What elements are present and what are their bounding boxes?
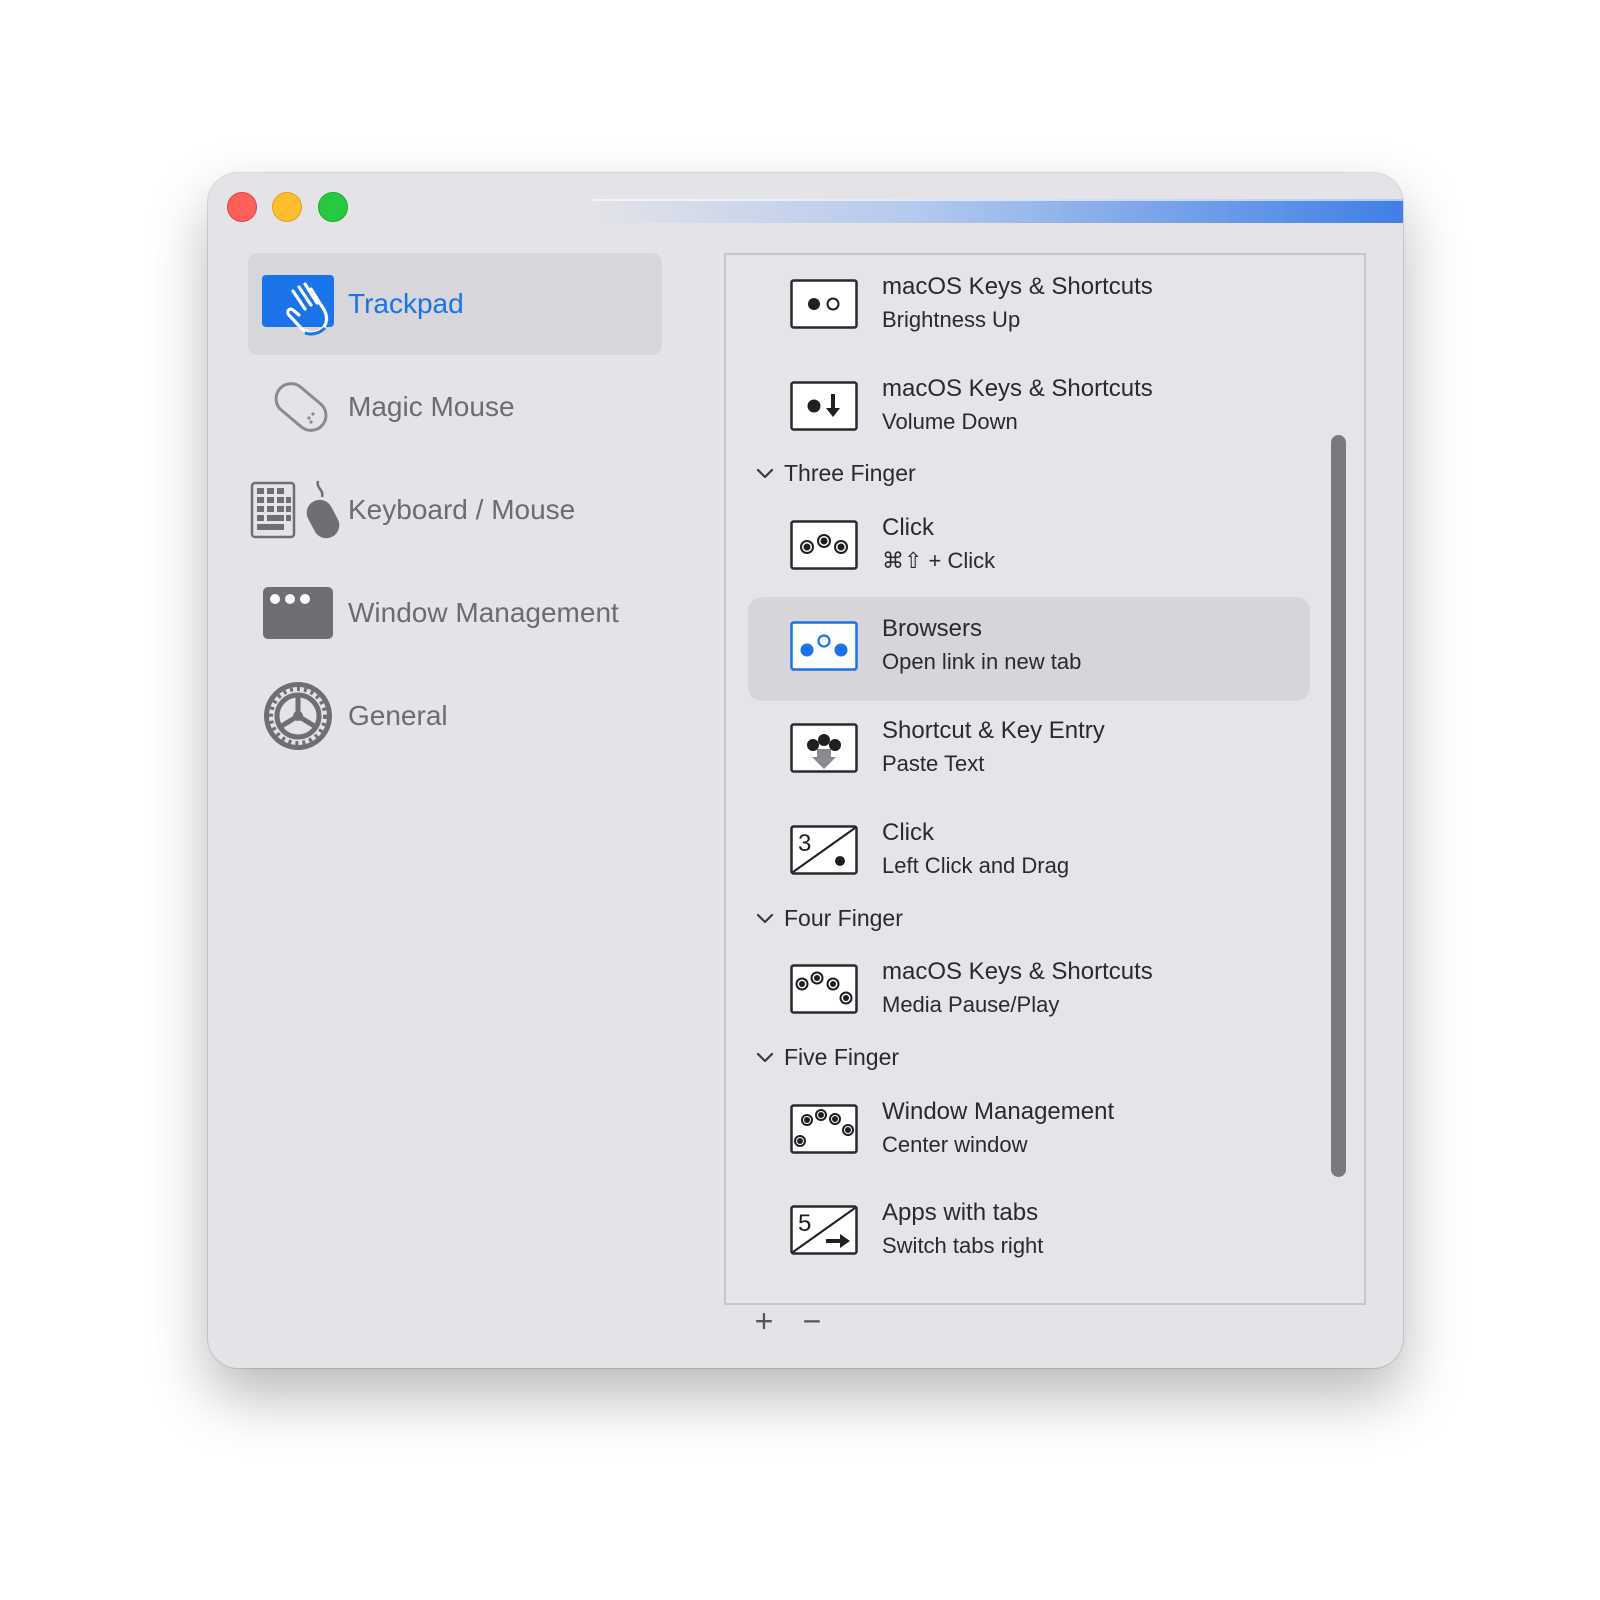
sidebar-item-label: Keyboard / Mouse <box>348 494 576 525</box>
list-item[interactable]: Shortcut & Key Entry Paste Text <box>748 699 1310 803</box>
group-header-four-finger[interactable]: Four Finger <box>754 902 903 934</box>
row-subtitle: Brightness Up <box>882 307 1021 332</box>
row-title: Shortcut & Key Entry <box>882 717 1105 744</box>
list-item[interactable]: macOS Keys & Shortcuts Brightness Up <box>748 255 1310 359</box>
titlebar-highlight <box>593 199 1403 223</box>
list-item[interactable]: macOS Keys & Shortcuts Media Pause/Play <box>748 940 1310 1044</box>
three-finger-click-icon <box>790 520 858 570</box>
row-subtitle: Media Pause/Play <box>882 992 1060 1017</box>
sidebar-item-magic-mouse[interactable]: Magic Mouse <box>248 356 662 458</box>
row-subtitle: Volume Down <box>882 409 1018 434</box>
list-item-selected[interactable]: Browsers Open link in new tab <box>748 597 1310 701</box>
icon-number: 5 <box>798 1210 811 1237</box>
row-title: macOS Keys & Shortcuts <box>882 958 1153 985</box>
list-item[interactable]: Window Management Center window <box>748 1080 1310 1184</box>
sidebar-item-general[interactable]: General <box>248 665 662 767</box>
sidebar: Trackpad Magic Mouse Keyboard / Mouse Wi… <box>248 253 662 768</box>
sidebar-item-label: General <box>348 700 448 731</box>
row-title: Click <box>882 514 934 541</box>
list-toolbar: + − <box>748 1301 844 1341</box>
list-item[interactable]: macOS Keys & Shortcuts Volume Down <box>748 357 1310 461</box>
two-dots-icon <box>790 279 858 329</box>
list-item[interactable]: 3 Click Left Click and Drag <box>748 801 1310 905</box>
three-finger-drag-icon: 3 <box>790 825 858 875</box>
row-subtitle: Open link in new tab <box>882 649 1082 674</box>
row-subtitle: Left Click and Drag <box>882 853 1070 878</box>
row-subtitle: Center window <box>882 1132 1028 1157</box>
list-item[interactable]: Click ⌘⇧ + Click <box>748 496 1310 600</box>
trackpad-hand-icon <box>248 264 348 344</box>
scrollbar[interactable] <box>1331 435 1346 1177</box>
row-title: macOS Keys & Shortcuts <box>882 375 1153 402</box>
list-item[interactable]: 5 Apps with tabs Switch tabs right <box>748 1181 1310 1285</box>
three-finger-tap-icon <box>790 621 858 671</box>
sidebar-item-trackpad[interactable]: Trackpad <box>248 253 662 355</box>
zoom-button[interactable] <box>318 192 348 222</box>
row-title: macOS Keys & Shortcuts <box>882 273 1153 300</box>
gesture-list[interactable]: macOS Keys & Shortcuts Brightness Up mac… <box>724 253 1366 1305</box>
sidebar-item-label: Trackpad <box>348 288 464 319</box>
app-window: Trackpad Magic Mouse Keyboard / Mouse Wi… <box>208 173 1403 1368</box>
four-finger-click-icon <box>790 964 858 1014</box>
row-title: Click <box>882 819 934 846</box>
five-finger-click-icon <box>790 1104 858 1154</box>
chevron-down-icon <box>756 913 774 924</box>
gear-icon <box>248 676 348 756</box>
chevron-down-icon <box>756 1052 774 1063</box>
add-button[interactable]: + <box>748 1305 780 1337</box>
row-title: Apps with tabs <box>882 1199 1039 1226</box>
group-header-five-finger[interactable]: Five Finger <box>754 1041 899 1073</box>
row-subtitle: Switch tabs right <box>882 1233 1044 1258</box>
group-label: Four Finger <box>784 904 903 931</box>
chevron-down-icon <box>756 468 774 479</box>
group-header-three-finger[interactable]: Three Finger <box>754 457 916 489</box>
sidebar-item-window-management[interactable]: Window Management <box>248 562 662 664</box>
remove-button[interactable]: − <box>796 1305 828 1337</box>
group-label: Five Finger <box>784 1043 900 1070</box>
sidebar-item-label: Window Management <box>348 597 619 628</box>
row-title: Browsers <box>882 615 983 642</box>
five-finger-swipe-right-icon: 5 <box>790 1205 858 1255</box>
group-label: Three Finger <box>784 459 916 486</box>
row-subtitle: Paste Text <box>882 751 985 776</box>
sidebar-item-label: Magic Mouse <box>348 391 515 422</box>
row-subtitle: ⌘⇧ + Click <box>882 548 996 573</box>
three-finger-swipe-down-icon <box>790 723 858 773</box>
window-icon <box>248 573 348 653</box>
keyboard-mouse-icon <box>248 470 348 550</box>
minimize-button[interactable] <box>272 192 302 222</box>
row-title: Window Management <box>882 1098 1115 1125</box>
magic-mouse-icon <box>248 367 348 447</box>
icon-number: 3 <box>798 830 811 857</box>
sidebar-item-keyboard-mouse[interactable]: Keyboard / Mouse <box>248 459 662 561</box>
close-button[interactable] <box>227 192 257 222</box>
dot-arrow-down-icon <box>790 381 858 431</box>
